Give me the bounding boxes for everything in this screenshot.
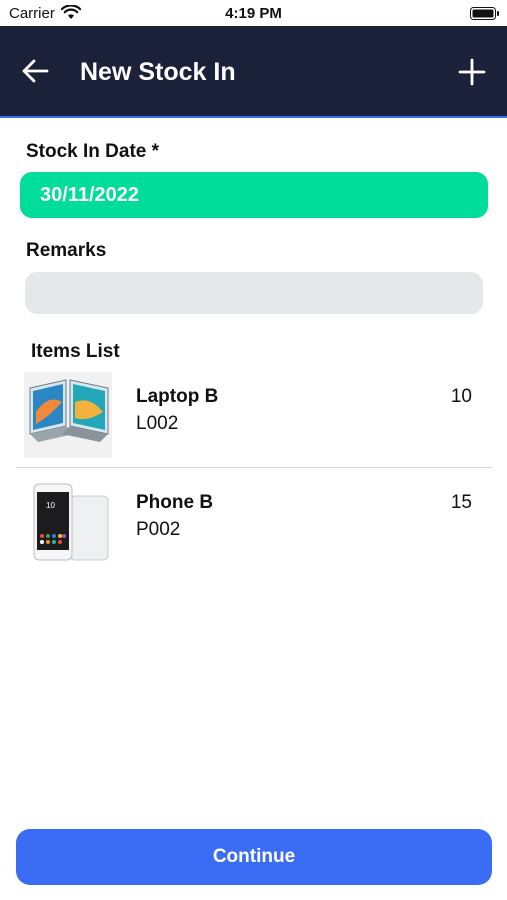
plus-icon[interactable] — [458, 58, 486, 86]
phone-image: 10 — [24, 478, 112, 564]
stock-in-date-label: Stock In Date * — [26, 141, 160, 162]
remarks-label: Remarks — [26, 240, 107, 261]
item-code: P002 — [136, 519, 181, 540]
list-item[interactable]: 10 Phone B P002 15 — [16, 468, 492, 574]
list-item[interactable]: Laptop B L002 10 — [16, 362, 492, 468]
battery-icon — [470, 7, 499, 20]
svg-text:10: 10 — [46, 501, 55, 510]
item-name: Laptop B — [136, 386, 219, 407]
stock-in-date-field[interactable]: 30/11/2022 — [20, 172, 488, 218]
item-quantity: 15 — [450, 492, 472, 513]
continue-button[interactable]: Continue — [16, 829, 492, 885]
laptop-image — [24, 372, 112, 458]
remarks-input[interactable] — [25, 272, 483, 314]
item-name: Phone B — [136, 492, 214, 513]
status-bar: Carrier 4:19 PM — [0, 0, 507, 26]
status-time: 4:19 PM — [225, 5, 282, 22]
item-code: L002 — [136, 413, 179, 434]
item-quantity: 10 — [450, 386, 472, 407]
page-title: New Stock In — [80, 58, 236, 86]
arrow-left-icon[interactable] — [20, 56, 50, 86]
items-list-label: Items List — [31, 341, 120, 362]
navigation-header: New Stock In — [0, 26, 507, 118]
